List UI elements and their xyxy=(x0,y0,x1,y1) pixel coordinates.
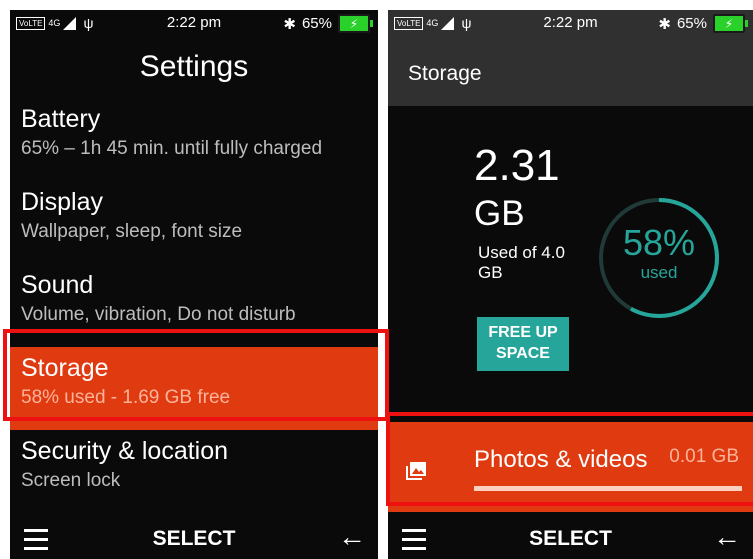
page-title: Settings xyxy=(139,50,249,83)
storage-used-unit: GB xyxy=(474,194,525,233)
battery-charging-icon: ⚡ xyxy=(713,14,748,33)
status-bar: VoLTE 4G ψ 2:22 pm ✱ 65% ⚡ xyxy=(388,10,753,38)
storage-used-of: Used of 4.0 GB xyxy=(478,243,565,282)
item-title: Security & location xyxy=(21,437,229,465)
free-up-space-button[interactable]: FREE UP SPACE xyxy=(477,317,569,371)
page-title: Storage xyxy=(408,62,482,85)
item-subtitle: 65% – 1h 45 min. until fully charged xyxy=(21,138,323,159)
item-title: Battery xyxy=(21,105,101,133)
item-title: Sound xyxy=(21,271,94,299)
softkey-bar: SELECT ← xyxy=(10,515,378,559)
select-softkey[interactable]: SELECT xyxy=(388,527,753,551)
highlight-box-storage xyxy=(3,329,389,421)
bluetooth-icon: ✱ xyxy=(658,15,671,33)
softkey-bar: SELECT ← xyxy=(388,515,753,559)
bluetooth-icon: ✱ xyxy=(283,15,296,33)
back-arrow-icon[interactable]: ← xyxy=(713,521,741,553)
settings-item-security[interactable]: Security & location Screen lock xyxy=(10,430,378,513)
status-bar: VoLTE 4G ψ 2:22 pm ✱ 65% ⚡ xyxy=(10,10,378,38)
item-subtitle: Wallpaper, sleep, font size xyxy=(21,221,243,242)
settings-list: Battery 65% – 1h 45 min. until fully cha… xyxy=(10,98,378,513)
settings-item-battery[interactable]: Battery 65% – 1h 45 min. until fully cha… xyxy=(10,98,378,181)
item-subtitle: Screen lock xyxy=(21,470,121,491)
select-softkey[interactable]: SELECT xyxy=(10,527,378,551)
usage-percent: 58% xyxy=(622,222,696,263)
usage-label: used xyxy=(640,263,678,282)
item-subtitle: Volume, vibration, Do not disturb xyxy=(21,304,296,325)
storage-used-value: 2.31 xyxy=(474,141,560,190)
item-title: Display xyxy=(21,188,103,216)
highlight-box-photos xyxy=(386,412,753,506)
battery-percent: 65% xyxy=(676,15,707,32)
settings-item-display[interactable]: Display Wallpaper, sleep, font size xyxy=(10,181,378,264)
battery-percent: 65% xyxy=(301,15,332,32)
battery-charging-icon: ⚡ xyxy=(338,14,373,33)
settings-screen: VoLTE 4G ψ 2:22 pm ✱ 65% ⚡ Settings Batt… xyxy=(10,10,378,559)
back-arrow-icon[interactable]: ← xyxy=(338,521,366,553)
